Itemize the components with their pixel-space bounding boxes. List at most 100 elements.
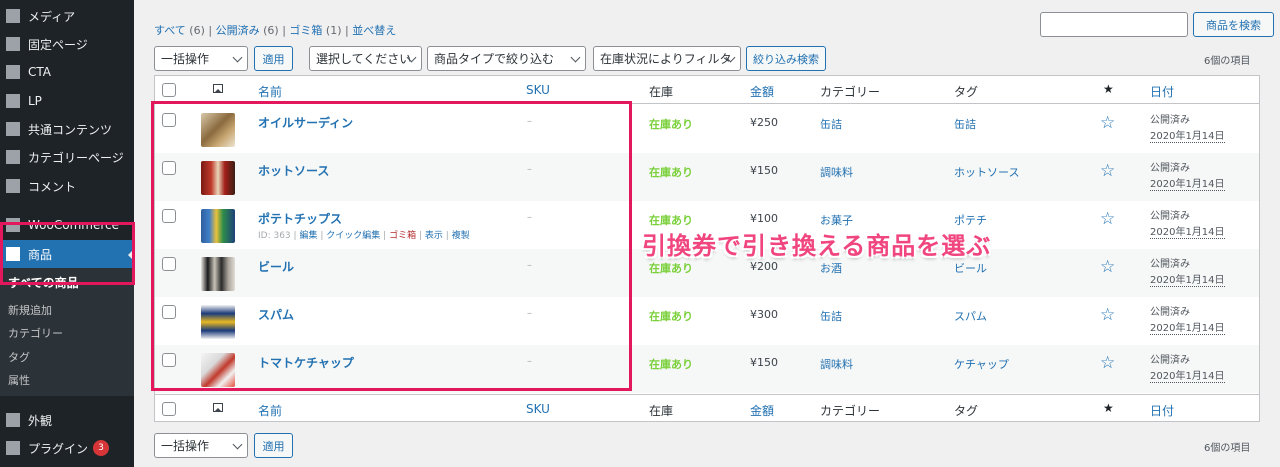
filter-all-count: (6) [189, 24, 205, 37]
star-icon[interactable]: ☆ [1100, 353, 1115, 373]
menu-common-content[interactable]: 共通コンテンツ [0, 115, 134, 143]
cta-icon [6, 65, 20, 79]
page-icon [6, 37, 20, 51]
brush-icon [6, 413, 20, 427]
col-price[interactable]: 金額 [750, 83, 774, 100]
menu-label: カテゴリーページ [28, 150, 124, 165]
filter-trash-count: (1) [325, 24, 342, 37]
publish-date: 2020年1月14日 [1150, 127, 1225, 143]
product-price: ¥150 [750, 356, 778, 369]
table-header: 名前 SKU 在庫 金額 カテゴリー タグ ★ 日付 [155, 76, 1259, 104]
highlight-box-products [151, 101, 632, 391]
col-sku[interactable]: SKU [526, 402, 550, 416]
featured-star-icon[interactable]: ★ [1103, 82, 1114, 96]
product-category-link[interactable]: 缶詰 [820, 308, 842, 324]
product-search-input[interactable] [1040, 12, 1188, 37]
menu-plugins[interactable]: プラグイン 3 [0, 434, 134, 462]
star-icon[interactable]: ☆ [1100, 209, 1115, 229]
menu-pages[interactable]: 固定ページ [0, 30, 134, 58]
star-icon[interactable]: ☆ [1100, 113, 1115, 133]
product-tag-link[interactable]: ホットソース [954, 164, 1019, 180]
lp-icon [6, 94, 20, 108]
submenu-attributes[interactable]: 属性 [8, 372, 30, 388]
submenu-categories[interactable]: カテゴリー [8, 325, 63, 341]
apply-button-top[interactable]: 適用 [254, 46, 293, 71]
product-tag-link[interactable]: ビール [954, 260, 987, 276]
col-name[interactable]: 名前 [258, 402, 282, 419]
col-price[interactable]: 金額 [750, 402, 774, 419]
filter-published-count: (6) [263, 24, 279, 37]
product-tag-link[interactable]: スパム [954, 308, 987, 324]
menu-label: メディア [28, 9, 76, 24]
submenu-tags[interactable]: タグ [8, 349, 30, 365]
filter-sort[interactable]: 並べ替え [352, 24, 396, 37]
menu-appearance[interactable]: 外観 [0, 406, 134, 434]
col-name[interactable]: 名前 [258, 83, 282, 100]
product-price: ¥100 [750, 212, 778, 225]
filter-all[interactable]: すべて [154, 24, 186, 37]
bulk-action-select-top[interactable]: 一括操作 [154, 46, 248, 71]
menu-category-page[interactable]: カテゴリーページ [0, 143, 134, 171]
select-all-checkbox-bottom[interactable] [162, 402, 176, 416]
menu-label: 外観 [28, 413, 53, 428]
apply-button-bottom[interactable]: 適用 [254, 433, 293, 458]
items-count-top: 6個の項目 [1204, 56, 1251, 67]
bulk-action-select-bottom[interactable]: 一括操作 [154, 433, 248, 458]
product-price: ¥300 [750, 308, 778, 321]
bulk-action-value: 一括操作 [161, 439, 210, 453]
publish-status: 公開済み [1150, 211, 1190, 222]
calendar-icon [6, 150, 20, 164]
filter-published[interactable]: 公開済み [216, 24, 260, 37]
menu-media[interactable]: メディア [0, 2, 134, 30]
admin-sidebar: メディア 固定ページ CTA LP 共通コンテンツ カテゴリーページ コメント … [0, 0, 135, 467]
stock-status-select[interactable]: 在庫状況によりフィルタ [593, 46, 741, 71]
publish-date: 2020年1月14日 [1150, 175, 1225, 191]
star-icon[interactable]: ☆ [1100, 305, 1115, 325]
submenu-add-new[interactable]: 新規追加 [8, 302, 52, 318]
menu-label: コメント [28, 179, 77, 194]
col-date[interactable]: 日付 [1150, 402, 1174, 419]
separator: | [282, 24, 286, 37]
main-content: すべて (6) | 公開済み (6) | ゴミ箱 (1) | 並べ替え 商品を検… [134, 0, 1280, 467]
star-icon[interactable]: ☆ [1100, 161, 1115, 181]
menu-label: プラグイン [28, 441, 89, 456]
category-filter-select[interactable]: 選択してください [309, 46, 422, 71]
publish-date: 2020年1月14日 [1150, 271, 1225, 287]
highlight-box-sidebar [0, 222, 135, 285]
publish-date: 2020年1月14日 [1150, 367, 1225, 383]
products-submenu: すべての商品 新規追加 カテゴリー タグ 属性 [0, 268, 134, 396]
status-filter-links: すべて (6) | 公開済み (6) | ゴミ箱 (1) | 並べ替え [154, 22, 396, 38]
chevron-down-icon [232, 439, 243, 450]
stock-status-value: 在庫状況によりフィルタ [600, 52, 732, 66]
bulk-action-value: 一括操作 [161, 52, 210, 66]
search-products-button[interactable]: 商品を検索 [1193, 12, 1274, 37]
menu-comments[interactable]: コメント [0, 172, 134, 200]
star-icon[interactable]: ☆ [1100, 257, 1115, 277]
filter-button[interactable]: 絞り込み検索 [746, 46, 826, 71]
col-sku[interactable]: SKU [526, 83, 550, 97]
separator: | [208, 24, 213, 37]
product-type-select[interactable]: 商品タイプで絞り込む [427, 46, 586, 71]
menu-label: 固定ページ [28, 37, 88, 52]
publish-date: 2020年1月14日 [1150, 223, 1225, 239]
filter-trash[interactable]: ゴミ箱 [289, 24, 322, 37]
product-category-link[interactable]: 缶詰 [820, 116, 842, 132]
featured-star-icon[interactable]: ★ [1103, 401, 1114, 415]
col-stock: 在庫 [649, 85, 674, 99]
items-count-bottom: 6個の項目 [1204, 443, 1251, 454]
folder-icon [6, 122, 20, 136]
col-category: カテゴリー [820, 85, 881, 99]
menu-lp[interactable]: LP [0, 87, 134, 115]
stock-status: 在庫あり [649, 262, 693, 275]
menu-label: LP [28, 94, 42, 108]
menu-cta[interactable]: CTA [0, 58, 134, 86]
product-tag-link[interactable]: 缶詰 [954, 116, 976, 132]
col-tag: タグ [954, 404, 979, 418]
image-icon [213, 84, 223, 93]
product-category-link[interactable]: 調味料 [820, 164, 853, 180]
product-tag-link[interactable]: ケチャップ [954, 356, 1009, 372]
select-all-checkbox[interactable] [162, 83, 176, 97]
product-category-link[interactable]: お酒 [820, 260, 842, 276]
product-category-link[interactable]: 調味料 [820, 356, 853, 372]
col-date[interactable]: 日付 [1150, 83, 1174, 100]
